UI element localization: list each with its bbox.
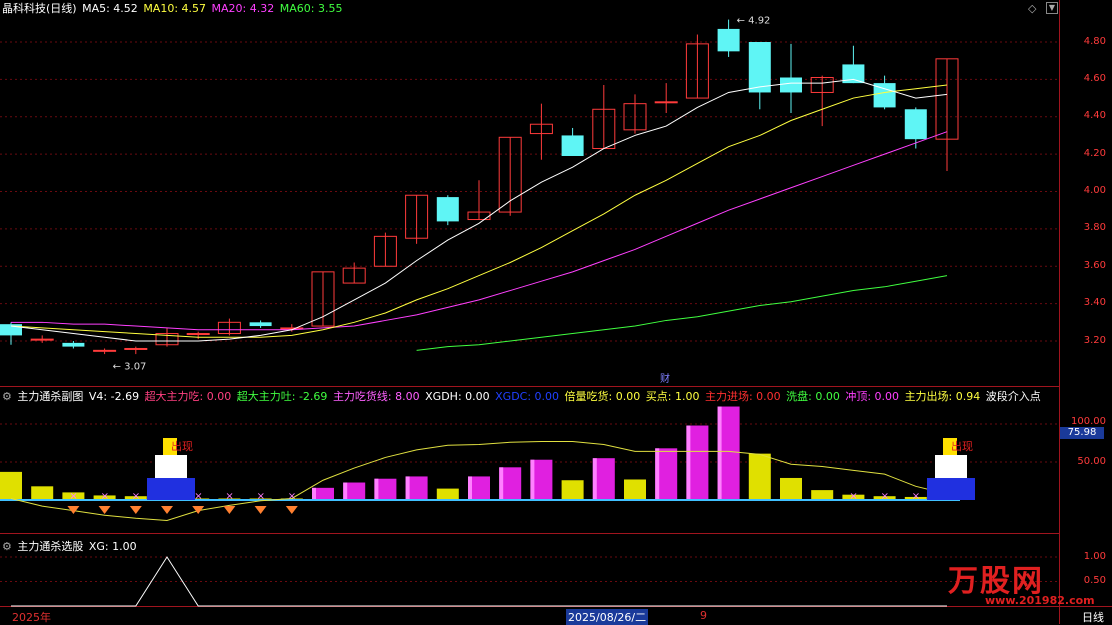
x-marker: × <box>69 491 77 502</box>
x-marker: × <box>257 491 265 502</box>
diamond-marker <box>161 506 173 514</box>
sub1-bar-highlight <box>374 478 379 500</box>
sub1-bar-highlight <box>405 476 410 500</box>
sub1-bar <box>436 488 459 500</box>
sub1-bar-highlight <box>592 458 597 500</box>
sub1-bar-highlight <box>655 448 660 500</box>
signal-left-blue <box>147 478 195 500</box>
diamond-marker <box>129 506 142 514</box>
high-label: ← 4.92 <box>737 16 771 27</box>
sub1-bar <box>31 486 54 500</box>
sub1-bar <box>780 477 802 500</box>
candle-body <box>780 77 802 93</box>
signal-label: 出现 <box>951 439 973 453</box>
brand-url: www.201982.com <box>985 594 1095 607</box>
sub1-bar-highlight <box>343 482 348 500</box>
candle-body <box>124 347 148 350</box>
x-marker: × <box>101 491 109 502</box>
sub1-bar-highlight <box>499 467 504 500</box>
sub1-bar-highlight <box>312 487 316 500</box>
diamond-marker <box>98 506 111 514</box>
candle-body <box>904 109 927 140</box>
sub1-bar <box>748 453 771 500</box>
cai-marker: 财 <box>660 372 670 385</box>
candle-body <box>0 324 22 336</box>
x-marker: × <box>288 491 296 502</box>
signal-right-blue <box>927 478 975 500</box>
candle-body <box>30 338 54 341</box>
sub1-bar <box>811 490 834 500</box>
sub1-bar-highlight <box>468 476 472 500</box>
candle-body <box>561 135 584 156</box>
candle-body <box>93 349 117 352</box>
signal-label: 出现 <box>171 439 193 453</box>
candle-body <box>654 101 678 104</box>
low-label: ← 3.07 <box>113 361 147 372</box>
x-marker: × <box>225 491 233 502</box>
candle-body <box>748 42 771 93</box>
sub1-bar <box>624 479 646 500</box>
sub1-bar-highlight <box>530 459 535 500</box>
diamond-marker <box>285 506 298 514</box>
kline-chart[interactable]: ← 4.92← 3.07财×××××××××××出现出现 <box>0 0 1112 624</box>
x-marker: × <box>849 491 857 502</box>
candle-body <box>280 327 304 330</box>
candle-body <box>436 197 459 222</box>
x-marker: × <box>132 491 140 502</box>
diamond-marker <box>223 506 236 514</box>
diamond-marker <box>254 506 267 514</box>
x-marker: × <box>881 491 889 502</box>
candle-body <box>186 333 210 336</box>
x-marker: × <box>194 491 202 502</box>
signal-right-white <box>935 455 967 478</box>
x-marker: × <box>912 491 920 502</box>
candle-body <box>249 322 272 327</box>
sub1-bar-highlight <box>686 425 691 500</box>
signal-left-white <box>155 455 187 478</box>
sub1-bar <box>0 471 22 500</box>
candle-body <box>62 342 85 347</box>
ma60-line <box>416 275 948 351</box>
candle-body <box>717 28 740 52</box>
sub1-bar <box>561 480 584 500</box>
sub1-bar-highlight <box>717 406 722 500</box>
ma20-line <box>11 131 948 331</box>
